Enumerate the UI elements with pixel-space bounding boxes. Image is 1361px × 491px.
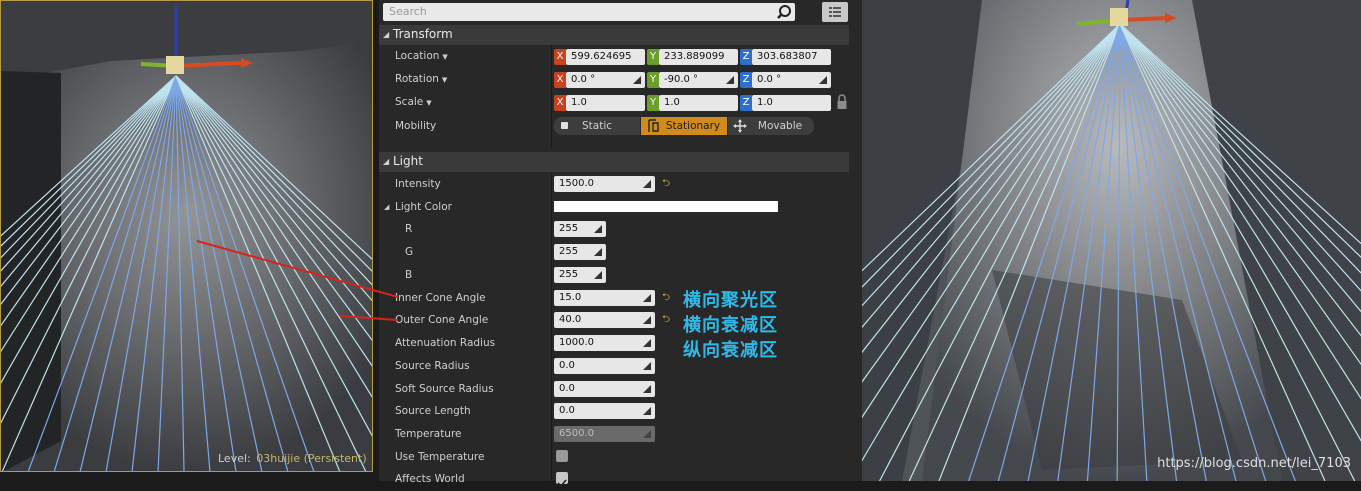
annotation-arrows	[196, 240, 399, 321]
annotation-outer: 横向衰减区	[683, 315, 778, 336]
annotation-inner: 横向聚光区	[683, 290, 778, 311]
view-options-button[interactable]	[822, 2, 848, 22]
movable-label: Movable	[757, 120, 803, 132]
spin-arrows-icon[interactable]	[819, 75, 827, 84]
lock-icon[interactable]	[836, 94, 848, 110]
location-z-axis: Z	[740, 49, 752, 65]
rotation-z-field[interactable]: 0.0 °	[752, 72, 831, 88]
location-z-field[interactable]: 303.683807	[752, 49, 831, 65]
annotation-arrow-outer	[339, 315, 399, 321]
scale-z-field[interactable]: 1.0	[752, 95, 831, 111]
annotation-attenuation: 纵向衰减区	[683, 340, 778, 361]
search-icon[interactable]	[776, 4, 792, 20]
annotation-arrow-inner	[196, 240, 399, 298]
scale-z-axis: Z	[740, 95, 752, 111]
spin-arrows-icon[interactable]	[726, 75, 734, 84]
rotation-z-axis: Z	[740, 72, 752, 88]
grid-view-icon	[829, 7, 841, 17]
mobility-movable-button[interactable]: Movable	[728, 117, 814, 135]
right-viewport[interactable]: https://blog.csdn.net/lei_7103	[862, 0, 1361, 481]
watermark-text: https://blog.csdn.net/lei_7103	[1157, 456, 1351, 471]
right-viewport-scene	[862, 0, 1361, 481]
rotation-z-value: 0.0 °	[757, 74, 782, 85]
